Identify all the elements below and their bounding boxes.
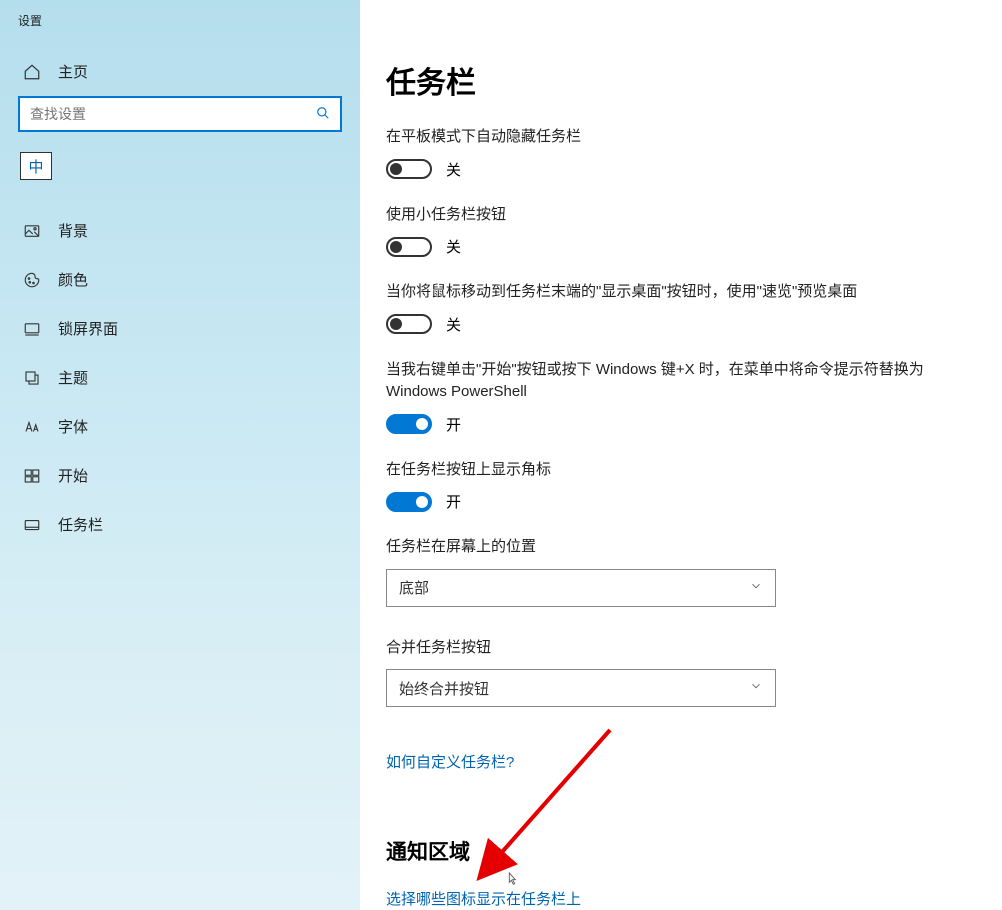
nav-list: 背景 颜色 锁屏界面 主题 xyxy=(0,206,360,549)
setting-label: 在平板模式下自动隐藏任务栏 xyxy=(386,126,972,149)
chevron-down-icon xyxy=(749,579,763,597)
sidebar-item-taskbar[interactable]: 任务栏 xyxy=(0,500,360,549)
sidebar-item-label: 任务栏 xyxy=(58,514,103,535)
sidebar-item-lockscreen[interactable]: 锁屏界面 xyxy=(0,304,360,353)
toggle-state-text: 关 xyxy=(446,314,461,335)
sidebar-item-label: 锁屏界面 xyxy=(58,318,118,339)
setting-label: 任务栏在屏幕上的位置 xyxy=(386,536,972,559)
page-title: 任务栏 xyxy=(386,58,972,102)
dropdown-combine[interactable]: 始终合并按钮 xyxy=(386,669,776,707)
sidebar-item-label: 颜色 xyxy=(58,269,88,290)
sidebar-item-background[interactable]: 背景 xyxy=(0,206,360,255)
toggle-state-text: 关 xyxy=(446,159,461,180)
setting-powershell: 当我右键单击"开始"按钮或按下 Windows 键+X 时，在菜单中将命令提示符… xyxy=(386,359,972,435)
setting-small-buttons: 使用小任务栏按钮 关 xyxy=(386,204,972,258)
setting-label: 当你将鼠标移动到任务栏末端的"显示桌面"按钮时，使用"速览"预览桌面 xyxy=(386,281,972,304)
setting-label: 使用小任务栏按钮 xyxy=(386,204,972,227)
search-icon xyxy=(316,106,330,123)
toggle-state-text: 开 xyxy=(446,491,461,512)
dropdown-value: 始终合并按钮 xyxy=(399,678,489,699)
sidebar-item-label: 字体 xyxy=(58,416,88,437)
themes-icon xyxy=(22,368,42,388)
font-icon xyxy=(22,417,42,437)
ime-indicator[interactable]: 中 xyxy=(20,152,52,180)
setting-label: 在任务栏按钮上显示角标 xyxy=(386,459,972,482)
section-header-notification: 通知区域 xyxy=(386,836,972,866)
start-icon xyxy=(22,466,42,486)
help-link[interactable]: 如何自定义任务栏? xyxy=(386,751,514,772)
picture-icon xyxy=(22,221,42,241)
search-input[interactable] xyxy=(18,96,342,132)
sidebar-item-label: 主题 xyxy=(58,367,88,388)
toggle-badges[interactable] xyxy=(386,492,432,512)
dropdown-position[interactable]: 底部 xyxy=(386,569,776,607)
setting-combine: 合并任务栏按钮 始终合并按钮 xyxy=(386,637,972,708)
palette-icon xyxy=(22,270,42,290)
setting-peek-desktop: 当你将鼠标移动到任务栏末端的"显示桌面"按钮时，使用"速览"预览桌面 关 xyxy=(386,281,972,335)
lockscreen-icon xyxy=(22,319,42,339)
setting-auto-hide-tablet: 在平板模式下自动隐藏任务栏 关 xyxy=(386,126,972,180)
taskbar-icon xyxy=(22,515,42,535)
nav-home[interactable]: 主页 xyxy=(0,47,360,96)
setting-position: 任务栏在屏幕上的位置 底部 xyxy=(386,536,972,607)
sidebar: 设置 主页 中 背景 xyxy=(0,0,360,910)
toggle-auto-hide-tablet[interactable] xyxy=(386,159,432,179)
nav-home-label: 主页 xyxy=(58,61,88,82)
setting-badges: 在任务栏按钮上显示角标 开 xyxy=(386,459,972,513)
toggle-state-text: 开 xyxy=(446,414,461,435)
sidebar-item-colors[interactable]: 颜色 xyxy=(0,255,360,304)
sidebar-item-themes[interactable]: 主题 xyxy=(0,353,360,402)
toggle-powershell[interactable] xyxy=(386,414,432,434)
main-content: 任务栏 在平板模式下自动隐藏任务栏 关 使用小任务栏按钮 关 当你将鼠标移动到任… xyxy=(360,0,1002,910)
sidebar-item-fonts[interactable]: 字体 xyxy=(0,402,360,451)
home-icon xyxy=(22,62,42,82)
toggle-state-text: 关 xyxy=(446,236,461,257)
link-select-icons[interactable]: 选择哪些图标显示在任务栏上 xyxy=(386,888,972,909)
sidebar-item-label: 开始 xyxy=(58,465,88,486)
setting-label: 合并任务栏按钮 xyxy=(386,637,972,660)
search-field[interactable] xyxy=(30,106,316,122)
dropdown-value: 底部 xyxy=(399,577,429,598)
sidebar-item-start[interactable]: 开始 xyxy=(0,451,360,500)
setting-label: 当我右键单击"开始"按钮或按下 Windows 键+X 时，在菜单中将命令提示符… xyxy=(386,359,972,404)
toggle-small-buttons[interactable] xyxy=(386,237,432,257)
app-title: 设置 xyxy=(0,8,360,47)
chevron-down-icon xyxy=(749,679,763,697)
toggle-peek-desktop[interactable] xyxy=(386,314,432,334)
sidebar-item-label: 背景 xyxy=(58,220,88,241)
